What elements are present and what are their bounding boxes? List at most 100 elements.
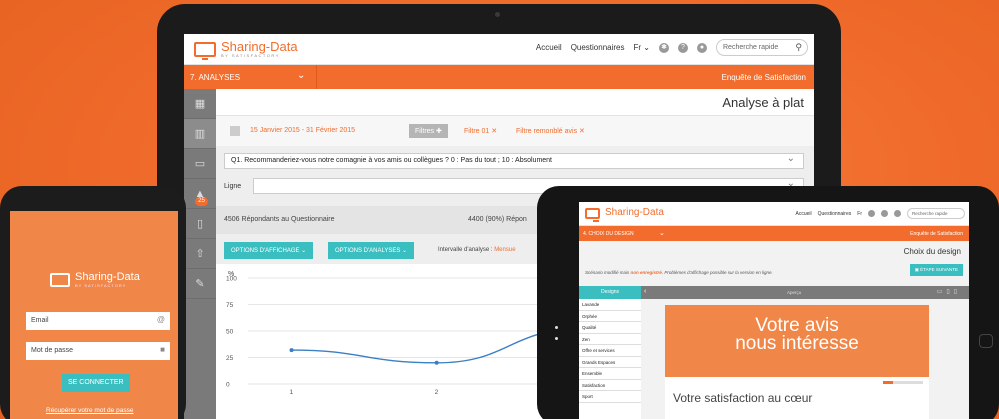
design-list-item[interactable]: Sport bbox=[579, 391, 641, 403]
section-dropdown[interactable]: 7. ANALYSES bbox=[190, 73, 240, 82]
filter-tag[interactable]: Filtre remonblé avis ✕ bbox=[516, 127, 585, 135]
nav-accueil[interactable]: Accueil bbox=[536, 43, 562, 52]
unsaved-note: Scénario modifié mais non enregistré. Pr… bbox=[585, 270, 773, 275]
upload-icon[interactable]: ⇧ bbox=[184, 239, 216, 269]
top-nav: Accueil Questionnaires Fr ⌄ ✱ ? ● Recher… bbox=[536, 39, 808, 56]
top-header: Sharing-Data Accueil Questionnaires Fr R… bbox=[579, 202, 969, 226]
designs-tab[interactable]: Designs bbox=[579, 286, 641, 299]
calendar-icon[interactable] bbox=[230, 126, 240, 136]
chevron-down-icon[interactable]: ⌄ bbox=[297, 70, 305, 81]
respondents-count: 4506 Répondants au Questionnaire bbox=[224, 216, 335, 223]
app-logo[interactable]: Sharing-Data bbox=[585, 207, 664, 222]
nav-questionnaires[interactable]: Questionnaires bbox=[571, 43, 625, 52]
bar-chart-icon[interactable]: ▥ bbox=[184, 119, 216, 149]
close-icon[interactable]: ✕ bbox=[579, 128, 585, 135]
design-list-item[interactable]: Lavande bbox=[579, 299, 641, 311]
filters-button[interactable]: Filtres ✚ bbox=[409, 124, 448, 138]
password-field[interactable]: Mot de passe ■ bbox=[26, 342, 170, 360]
sensor-dot bbox=[555, 326, 558, 329]
close-icon[interactable]: ✕ bbox=[491, 128, 497, 135]
alert-icon[interactable]: ▲ 25 bbox=[184, 179, 216, 209]
alert-badge: 25 bbox=[195, 197, 208, 206]
phone-logo: Sharing-Data BY SATISFACTORY bbox=[50, 271, 140, 288]
preview-subtitle: Votre satisfaction au cœur bbox=[673, 391, 813, 405]
at-icon: @ bbox=[156, 315, 165, 324]
interval-label: Intervalle d'analyse : bbox=[438, 247, 493, 253]
connect-button[interactable]: SE CONNECTER bbox=[62, 374, 130, 392]
note-suffix: Problèmes d'affichage possible sur la ve… bbox=[664, 270, 773, 275]
gear-icon[interactable] bbox=[868, 210, 875, 217]
design-list-item[interactable]: Offre et services bbox=[579, 345, 641, 357]
hero-line-1: Votre avis bbox=[755, 315, 839, 336]
design-list: Lavande Orphée Qualité Zen Offre et services… bbox=[579, 299, 641, 419]
next-step-button[interactable]: ▣ ÉTAPE SUIVANTE bbox=[909, 264, 963, 276]
design-list-item[interactable]: Grands Espaces bbox=[579, 357, 641, 368]
date-range[interactable]: 15 Janvier 2015 - 31 Février 2015 bbox=[250, 127, 355, 134]
help-icon[interactable] bbox=[881, 210, 888, 217]
chevron-left-icon[interactable]: ‹ bbox=[644, 288, 646, 295]
app-logo[interactable]: Sharing-Data BY SATISFACTORY bbox=[194, 39, 298, 60]
design-list-item[interactable]: Orphée bbox=[579, 311, 641, 322]
language-label: Fr bbox=[633, 43, 642, 52]
calendar-icon: ▣ bbox=[914, 267, 919, 272]
gear-icon[interactable]: ✱ bbox=[659, 42, 669, 53]
data-point bbox=[289, 348, 294, 353]
note-prefix: Scénario modifié mais bbox=[585, 270, 630, 275]
nav-questionnaires[interactable]: Questionnaires bbox=[818, 211, 852, 217]
search-input[interactable]: Recherche rapide bbox=[907, 208, 965, 219]
y-tick-label: 100 bbox=[226, 276, 237, 283]
y-tick-label: 0 bbox=[226, 382, 230, 389]
monitor-logo-icon bbox=[50, 272, 70, 287]
survey-name: Enquête de Satisfaction bbox=[910, 231, 963, 237]
monitor-logo-icon bbox=[194, 42, 216, 60]
respondents-percent: 4400 (90%) Répon bbox=[468, 216, 527, 223]
hero-line-2: nous intéresse bbox=[735, 333, 859, 354]
wrench-icon[interactable]: ✎ bbox=[184, 269, 216, 299]
design-list-item[interactable]: Ensemble bbox=[579, 368, 641, 380]
device-toggle-icons[interactable]: ▭▯▯ bbox=[937, 288, 961, 295]
progress-bar bbox=[883, 381, 923, 384]
camera-dot bbox=[495, 12, 500, 17]
next-step-label: ÉTAPE SUIVANTE bbox=[920, 267, 958, 272]
small-tablet-screen: Sharing-Data Accueil Questionnaires Fr R… bbox=[579, 202, 969, 419]
logo-name: Sharing-Data bbox=[605, 207, 664, 218]
language-selector[interactable]: Fr ⌄ bbox=[634, 43, 651, 52]
monitor-logo-icon bbox=[585, 207, 600, 222]
grid-icon[interactable]: ▦ bbox=[184, 89, 216, 119]
design-list-item[interactable]: Qualité bbox=[579, 322, 641, 334]
display-options-label: OPTIONS D'AFFICHAGE bbox=[231, 248, 300, 254]
search-placeholder: Recherche rapide bbox=[912, 211, 948, 216]
preview-hero: Votre avis nous intéresse bbox=[665, 305, 929, 377]
filter-tag[interactable]: Filtre 01 ✕ bbox=[464, 127, 497, 135]
filters-label: Filtres bbox=[415, 128, 435, 135]
email-field[interactable]: Email @ bbox=[26, 312, 170, 330]
page-title: Analyse à plat bbox=[216, 89, 814, 116]
section-dropdown[interactable]: 4. CHOIX DU DESIGN bbox=[583, 231, 634, 237]
nav-accueil[interactable]: Accueil bbox=[796, 211, 812, 217]
filter-tag-label: Filtre remonblé avis bbox=[516, 128, 578, 135]
comment-icon[interactable]: ▭ bbox=[184, 149, 216, 179]
chevron-down-icon[interactable]: ⌄ bbox=[659, 229, 665, 237]
display-options-button[interactable]: OPTIONS D'AFFICHAGE ⌄ bbox=[224, 242, 314, 259]
question-select[interactable]: Q1. Recommanderiez-vous notre comagnie à… bbox=[224, 153, 804, 169]
search-placeholder: Recherche rapide bbox=[723, 44, 779, 51]
top-header: Sharing-Data BY SATISFACTORY Accueil Que… bbox=[184, 34, 814, 65]
analysis-options-button[interactable]: OPTIONS D'ANALYSES ⌄ bbox=[328, 242, 415, 259]
search-input[interactable]: Recherche rapide bbox=[716, 39, 808, 56]
design-list-item[interactable]: Satisfaction bbox=[579, 380, 641, 391]
forgot-password-link[interactable]: Récupérer votre mot de passe bbox=[46, 407, 133, 414]
language-selector[interactable]: Fr bbox=[857, 211, 862, 217]
y-tick-label: 75 bbox=[226, 302, 234, 309]
y-tick-label: 25 bbox=[226, 355, 234, 362]
sidebar: ▦ ▥ ▭ ▲ 25 ▯ ⇧ ✎ bbox=[184, 89, 216, 419]
note-bold: non enregistré. bbox=[630, 270, 664, 275]
logo-name: Sharing-Data bbox=[221, 39, 298, 54]
design-preview: Votre avis nous intéresse Votre satisfac… bbox=[665, 305, 929, 419]
user-icon[interactable] bbox=[894, 210, 901, 217]
user-icon[interactable]: ● bbox=[697, 42, 707, 53]
help-icon[interactable]: ? bbox=[678, 42, 688, 53]
interval-control[interactable]: Intervalle d'analyse : Mensue bbox=[438, 247, 516, 253]
document-icon[interactable]: ▯ bbox=[184, 209, 216, 239]
logo-name: Sharing-Data bbox=[75, 271, 140, 283]
design-list-item[interactable]: Zen bbox=[579, 334, 641, 345]
